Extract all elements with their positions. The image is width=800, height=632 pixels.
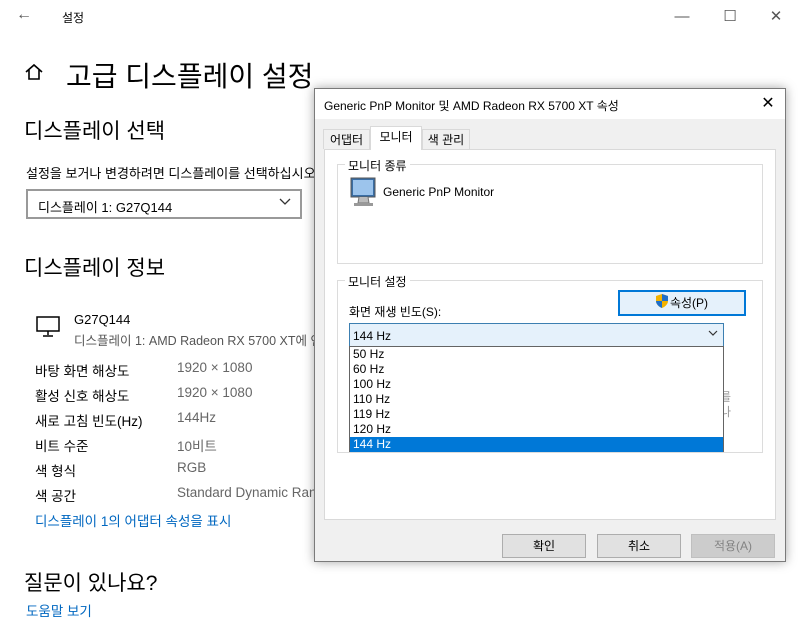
- settings-titlebar: ← 설정 — ☐ ✕: [0, 0, 800, 34]
- info-value: 144Hz: [177, 410, 217, 425]
- info-section-title: 디스플레이 정보: [24, 257, 166, 280]
- info-value: RGB: [177, 460, 207, 475]
- select-section-title: 디스플레이 선택: [24, 120, 166, 143]
- apply-button[interactable]: 적용(A): [691, 534, 775, 558]
- refresh-option[interactable]: 119 Hz: [350, 407, 723, 422]
- select-description: 설정을 보거나 변경하려면 디스플레이를 선택하십시오.: [26, 166, 316, 181]
- tab-adapter[interactable]: 어댑터: [323, 129, 370, 149]
- chevron-down-icon: [707, 327, 719, 342]
- refresh-rate-dropdown-list: 50 Hz 60 Hz 100 Hz 110 Hz 119 Hz 120 Hz …: [349, 346, 724, 452]
- info-label: 색 형식: [35, 464, 77, 479]
- refresh-option[interactable]: 110 Hz: [350, 392, 723, 407]
- tab-color-management[interactable]: 색 관리: [422, 129, 470, 149]
- refresh-option[interactable]: 60 Hz: [350, 362, 723, 377]
- minimize-icon[interactable]: —: [659, 4, 705, 30]
- adapter-properties-link[interactable]: 디스플레이 1의 어댑터 속성을 표시: [35, 510, 231, 530]
- refresh-option[interactable]: 50 Hz: [350, 347, 723, 362]
- chevron-down-icon: [278, 194, 292, 211]
- ok-button[interactable]: 확인: [502, 534, 586, 558]
- info-value: 10비트: [177, 439, 217, 454]
- info-label: 비트 수준: [35, 439, 89, 454]
- info-label: 새로 고침 빈도(Hz): [35, 414, 143, 429]
- dialog-titlebar: Generic PnP Monitor 및 AMD Radeon RX 5700…: [315, 89, 785, 119]
- refresh-option[interactable]: 100 Hz: [350, 377, 723, 392]
- monitor-subtitle: 디스플레이 1: AMD Radeon RX 5700 XT에 연결됨: [74, 334, 314, 348]
- info-label: 활성 신호 해상도: [35, 389, 130, 404]
- properties-dialog: Generic PnP Monitor 및 AMD Radeon RX 5700…: [314, 88, 786, 562]
- monitor-name: G27Q144: [74, 312, 131, 327]
- refresh-rate-value: 144 Hz: [353, 329, 392, 343]
- home-icon: [24, 62, 44, 87]
- info-value: 1920 × 1080: [177, 385, 253, 400]
- info-value: Standard Dynamic Range (SDR): [177, 485, 317, 500]
- info-label: 색 공간: [35, 489, 77, 504]
- help-link[interactable]: 도움말 보기: [26, 600, 92, 620]
- monitor-settings-group-label: 모니터 설정: [345, 273, 410, 290]
- dialog-title: Generic PnP Monitor 및 AMD Radeon RX 5700…: [324, 99, 619, 113]
- cancel-button[interactable]: 취소: [597, 534, 681, 558]
- close-icon[interactable]: ✕: [753, 4, 799, 30]
- refresh-rate-label: 화면 재생 빈도(S):: [349, 305, 442, 319]
- dialog-close-icon[interactable]: ✕: [753, 92, 783, 116]
- monitor-icon: [36, 316, 62, 343]
- maximize-icon[interactable]: ☐: [707, 4, 753, 30]
- monitor-type-name: Generic PnP Monitor: [383, 185, 495, 199]
- monitor-type-group: [337, 164, 763, 264]
- info-value: 1920 × 1080: [177, 360, 253, 375]
- display-select-value: 디스플레이 1: G27Q144: [38, 200, 173, 215]
- window-title: 설정: [62, 11, 85, 25]
- tab-monitor[interactable]: 모니터: [370, 126, 422, 150]
- info-label: 바탕 화면 해상도: [35, 364, 130, 379]
- refresh-option[interactable]: 120 Hz: [350, 422, 723, 437]
- monitor-device-icon: [349, 176, 379, 215]
- page-title: 고급 디스플레이 설정: [66, 61, 314, 92]
- back-arrow-icon[interactable]: ←: [16, 6, 32, 24]
- display-select[interactable]: 디스플레이 1: G27Q144: [26, 189, 302, 219]
- questions-title: 질문이 있나요?: [24, 572, 158, 595]
- refresh-option-selected[interactable]: 144 Hz: [350, 437, 723, 452]
- refresh-rate-select[interactable]: 144 Hz: [349, 323, 724, 347]
- monitor-type-group-label: 모니터 종류: [345, 157, 410, 174]
